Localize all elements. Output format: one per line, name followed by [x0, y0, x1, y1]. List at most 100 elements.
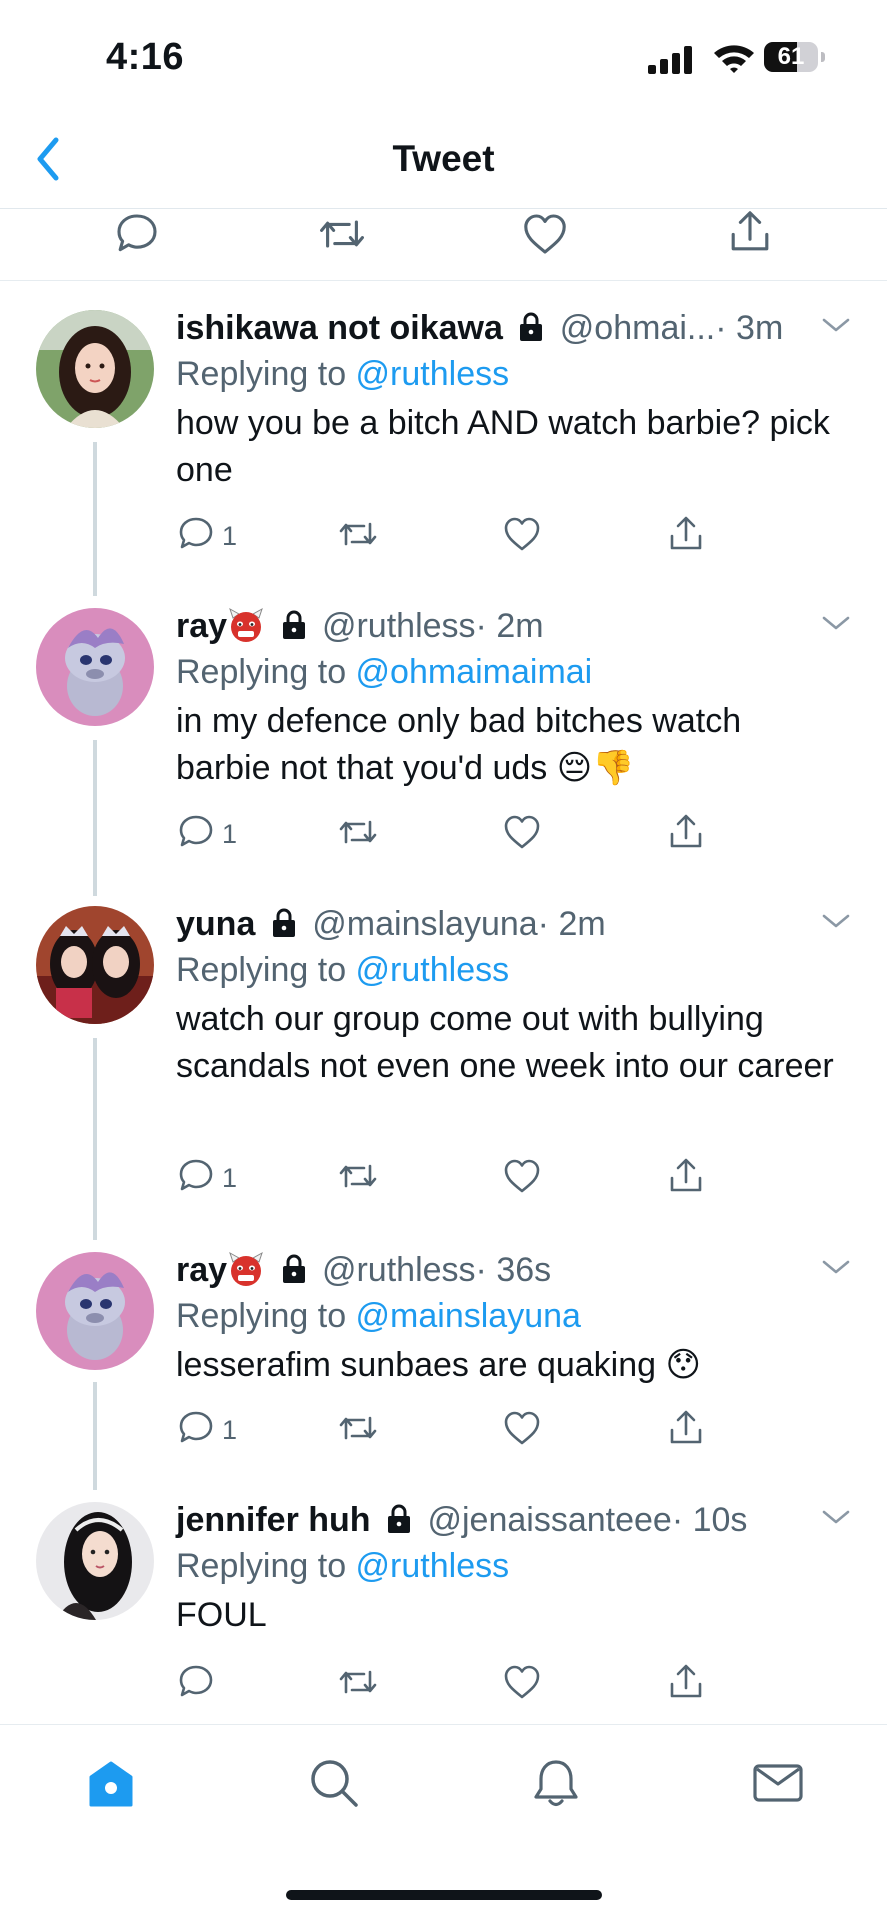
- like-button[interactable]: [502, 812, 542, 856]
- tweet-header: ray @ruthless· 2m: [176, 604, 816, 648]
- like-heart-icon[interactable]: [502, 812, 542, 852]
- notifications-bell-icon[interactable]: [528, 1755, 584, 1811]
- reply-button[interactable]: 1: [176, 514, 237, 558]
- reply-button[interactable]: [176, 1662, 216, 1706]
- reply-count: 1: [222, 1163, 238, 1193]
- display-name[interactable]: yuna: [176, 905, 255, 943]
- battery-percentage: 61: [777, 43, 805, 70]
- reply-tweet[interactable]: yuna @mainslayuna· 2m Replying to @ruthl…: [0, 902, 887, 1240]
- chevron-down-icon[interactable]: [818, 910, 854, 932]
- reply-button[interactable]: 1: [176, 1408, 237, 1452]
- like-button[interactable]: [502, 514, 542, 558]
- home-indicator[interactable]: [286, 1890, 602, 1900]
- share-icon[interactable]: [666, 812, 706, 852]
- ogre-emoji-icon: [229, 1251, 263, 1286]
- avatar[interactable]: [36, 310, 154, 428]
- retweet-button[interactable]: [338, 812, 378, 856]
- lock-icon: [388, 1504, 411, 1533]
- chevron-down-icon[interactable]: [818, 314, 854, 336]
- tweet-actions: 1: [176, 1156, 736, 1200]
- like-button[interactable]: [502, 1156, 542, 1200]
- display-name[interactable]: ray: [176, 1251, 227, 1289]
- chevron-down-icon[interactable]: [818, 612, 854, 634]
- like-button[interactable]: [502, 1408, 542, 1452]
- chevron-down-icon[interactable]: [818, 1256, 854, 1278]
- reply-count: 1: [222, 1415, 238, 1445]
- avatar[interactable]: [36, 1502, 154, 1620]
- share-button[interactable]: [666, 1408, 706, 1452]
- reply-button[interactable]: 1: [176, 812, 237, 856]
- search-icon[interactable]: [306, 1755, 362, 1811]
- display-name[interactable]: ray: [176, 607, 227, 645]
- reply-tweet[interactable]: ray @ruthless· 36s Replying to @mainslay…: [0, 1248, 887, 1492]
- handle[interactable]: @mainslayuna: [312, 905, 537, 943]
- display-name[interactable]: jennifer huh: [176, 1501, 371, 1539]
- replying-to-link[interactable]: @mainslayuna: [356, 1297, 581, 1335]
- reply-icon[interactable]: [176, 812, 216, 852]
- avatar[interactable]: [36, 608, 154, 726]
- tweet-text: in my defence only bad bitches watch bar…: [176, 702, 742, 787]
- like-heart-icon[interactable]: [521, 210, 569, 258]
- lock-icon: [282, 1254, 305, 1283]
- handle[interactable]: @ohmai...: [560, 309, 715, 347]
- retweet-button[interactable]: [338, 1156, 378, 1200]
- messages-envelope-icon[interactable]: [750, 1755, 806, 1811]
- share-button[interactable]: [666, 1662, 706, 1706]
- home-icon[interactable]: [83, 1755, 139, 1811]
- parent-tweet-actions: [0, 208, 887, 281]
- reply-icon[interactable]: [176, 1662, 216, 1702]
- share-icon[interactable]: [666, 1662, 706, 1702]
- tweet-text: lesserafim sunbaes are quaking 😯: [176, 1346, 701, 1384]
- replying-to-link[interactable]: @ruthless: [356, 355, 510, 393]
- handle[interactable]: @ruthless: [322, 607, 476, 645]
- reply-tweet[interactable]: jennifer huh @jenaissanteee· 10s Replyin…: [0, 1498, 887, 1724]
- retweet-icon[interactable]: [338, 1156, 378, 1196]
- replying-to: Replying to @ohmaimaimai: [176, 653, 593, 691]
- retweet-icon[interactable]: [338, 1408, 378, 1448]
- share-button[interactable]: [666, 514, 706, 558]
- timestamp: · 36s: [475, 1251, 552, 1289]
- share-button[interactable]: [666, 812, 706, 856]
- avatar[interactable]: [36, 1252, 154, 1370]
- like-heart-icon[interactable]: [502, 1662, 542, 1702]
- retweet-button[interactable]: [338, 1408, 378, 1452]
- handle[interactable]: @ruthless: [322, 1251, 476, 1289]
- reply-tweet[interactable]: ishikawa not oikawa @ohmai...· 3m Replyi…: [0, 306, 887, 596]
- replying-to-link[interactable]: @ruthless: [356, 951, 510, 989]
- share-icon[interactable]: [666, 1156, 706, 1196]
- retweet-icon[interactable]: [338, 514, 378, 554]
- timestamp: · 2m: [537, 905, 606, 943]
- retweet-icon[interactable]: [338, 1662, 378, 1702]
- share-icon[interactable]: [726, 208, 774, 256]
- retweet-button[interactable]: [338, 514, 378, 558]
- like-heart-icon[interactable]: [502, 1156, 542, 1196]
- battery-icon: 61: [764, 42, 826, 72]
- chevron-down-icon[interactable]: [818, 1506, 854, 1528]
- retweet-icon[interactable]: [338, 812, 378, 852]
- reply-icon[interactable]: [176, 1408, 216, 1448]
- reply-icon[interactable]: [176, 1156, 216, 1196]
- share-button[interactable]: [666, 1156, 706, 1200]
- reply-icon[interactable]: [176, 514, 216, 554]
- avatar[interactable]: [36, 906, 154, 1024]
- display-name[interactable]: ishikawa not oikawa: [176, 309, 503, 347]
- nav-header: Tweet: [0, 110, 887, 209]
- replying-to: Replying to @ruthless: [176, 1547, 510, 1585]
- replying-to-link[interactable]: @ruthless: [356, 1547, 510, 1585]
- tweet-header: ishikawa not oikawa @ohmai...· 3m: [176, 306, 816, 350]
- share-icon[interactable]: [666, 1408, 706, 1448]
- like-button[interactable]: [502, 1662, 542, 1706]
- timestamp: · 3m: [715, 309, 784, 347]
- status-bar: 4:16 61: [0, 0, 887, 110]
- handle[interactable]: @jenaissanteee: [427, 1501, 671, 1539]
- share-icon[interactable]: [666, 514, 706, 554]
- status-time: 4:16: [106, 36, 185, 78]
- retweet-icon[interactable]: [318, 210, 366, 258]
- like-heart-icon[interactable]: [502, 514, 542, 554]
- like-heart-icon[interactable]: [502, 1408, 542, 1448]
- retweet-button[interactable]: [338, 1662, 378, 1706]
- reply-icon[interactable]: [113, 210, 161, 258]
- replying-to-link[interactable]: @ohmaimaimai: [356, 653, 593, 691]
- reply-tweet[interactable]: ray @ruthless· 2m Replying to @ohmaimaim…: [0, 604, 887, 894]
- reply-button[interactable]: 1: [176, 1156, 237, 1200]
